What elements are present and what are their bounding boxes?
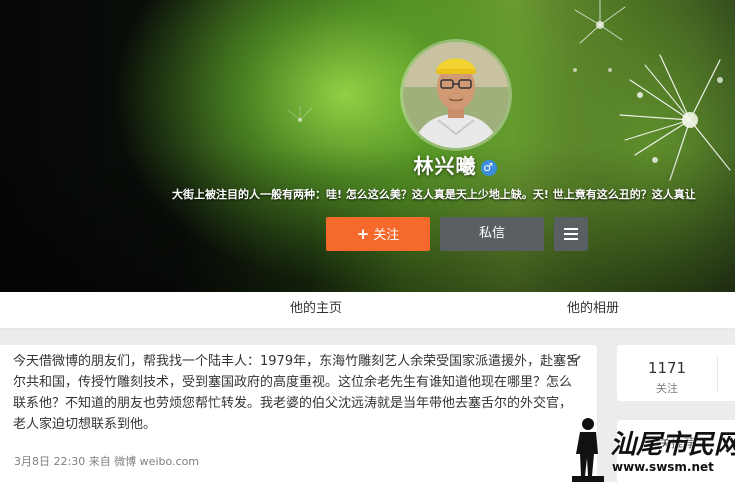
following-label: 关注 bbox=[656, 382, 678, 395]
person-silhouette-icon bbox=[572, 418, 604, 482]
profile-bio: 大街上被注目的人一般有两种：哇! 怎么这么美？这人真是天上少地上缺。天! 世上竟… bbox=[172, 188, 696, 201]
plus-icon: + bbox=[356, 225, 370, 243]
tab-album[interactable]: 他的相册 bbox=[567, 292, 619, 328]
follow-button[interactable]: + 关注 bbox=[326, 217, 430, 251]
avatar[interactable] bbox=[403, 42, 509, 148]
tab-home[interactable]: 他的主页 bbox=[290, 292, 342, 328]
more-menu-button[interactable] bbox=[554, 217, 588, 251]
profile-name: 林兴曦 ♂ bbox=[360, 150, 550, 179]
avatar-photo bbox=[403, 42, 509, 148]
menu-icon bbox=[564, 225, 578, 243]
watermark-brand: 汕尾市民网 bbox=[610, 430, 735, 460]
message-button[interactable]: 私信 bbox=[440, 217, 544, 251]
watermark-logo: 汕尾市民网 www.swsm.net bbox=[570, 414, 735, 482]
weibo-profile-page: 林兴曦 ♂ 大街上被注目的人一般有两种：哇! 怎么这么美？这人真是天上少地上缺。天… bbox=[0, 0, 735, 482]
profile-tab-bar: 他的主页 他的相册 bbox=[0, 292, 735, 329]
post-text: 今天借微博的朋友们，帮我找一个陆丰人：1979年，东海竹雕刻艺人余荣受国家派遣援… bbox=[13, 354, 580, 432]
post-meta[interactable]: 3月8日 22:30 来自 微博 weibo.com bbox=[14, 453, 199, 469]
message-button-label: 私信 bbox=[478, 226, 505, 241]
stats-divider bbox=[717, 357, 718, 391]
following-count[interactable]: 1171 bbox=[617, 359, 717, 377]
follow-button-label: 关注 bbox=[373, 228, 400, 243]
weibo-post: 今天借微博的朋友们，帮我找一个陆丰人：1979年，东海竹雕刻艺人余荣受国家派遣援… bbox=[0, 345, 597, 482]
watermark-url: www.swsm.net bbox=[612, 460, 714, 474]
male-gender-icon: ♂ bbox=[480, 159, 497, 176]
stats-card: 1171 关注 bbox=[617, 345, 735, 401]
profile-name-text: 林兴曦 bbox=[413, 154, 477, 178]
chevron-down-icon[interactable] bbox=[566, 353, 582, 365]
